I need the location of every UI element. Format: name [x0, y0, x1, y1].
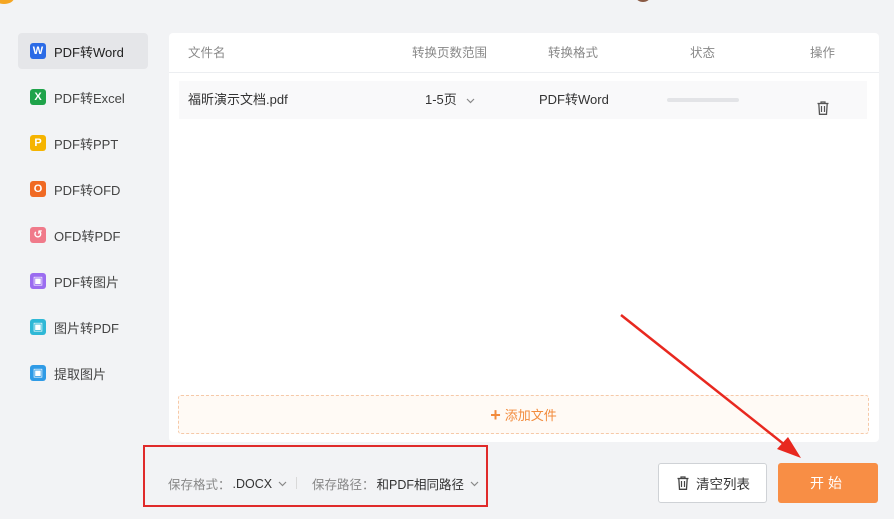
sidebar-item-label: OFD转PDF: [54, 228, 121, 244]
image-to-pdf-icon: ▣: [30, 319, 46, 335]
clear-list-label: 清空列表: [696, 477, 750, 492]
word-icon: W: [30, 43, 46, 59]
start-label: 开始: [810, 475, 846, 491]
save-options: 保存格式： .DOCX 保存路径： 和PDF相同路径: [143, 445, 488, 507]
table-row: 福昕演示文档.pdf 1-5页 PDF转Word: [179, 81, 867, 119]
sidebar-item-ofd-to-pdf[interactable]: ↺ OFD转PDF: [18, 217, 148, 253]
file-name: 福昕演示文档.pdf: [188, 92, 288, 107]
save-format-value: .DOCX: [232, 476, 273, 491]
trash-icon: [817, 101, 829, 115]
sidebar-item-label: PDF转Word: [54, 44, 124, 60]
sidebar-item-pdf-to-ppt[interactable]: P PDF转PPT: [18, 125, 148, 161]
sidebar: W PDF转Word X PDF转Excel P PDF转PPT O PDF转O…: [18, 33, 148, 401]
save-path-label: 保存路径：: [312, 478, 375, 492]
extract-image-icon: ▣: [30, 365, 46, 381]
clear-list-button[interactable]: 清空列表: [658, 463, 767, 503]
start-button[interactable]: 开始: [778, 463, 878, 503]
sidebar-item-label: PDF转PPT: [54, 136, 119, 152]
divider: [296, 477, 297, 489]
chevron-down-icon: [470, 481, 479, 486]
sidebar-item-label: 提取图片: [54, 366, 107, 382]
sidebar-item-label: 图片转PDF: [54, 320, 120, 336]
sidebar-item-extract-image[interactable]: ▣ 提取图片: [18, 355, 148, 391]
save-path-value: 和PDF相同路径: [376, 478, 465, 492]
header-status: 状态: [690, 46, 716, 60]
progress-bar: [667, 98, 739, 102]
trash-icon: [677, 476, 689, 490]
sidebar-item-label: PDF转图片: [54, 274, 120, 290]
file-list-panel: 文件名 转换页数范围 转换格式 状态 操作 福昕演示文档.pdf 1-5页 PD…: [169, 33, 879, 442]
ofd-icon: O: [30, 181, 46, 197]
sidebar-item-pdf-to-excel[interactable]: X PDF转Excel: [18, 79, 148, 115]
add-file-label: 添加文件: [504, 408, 557, 423]
delete-button[interactable]: [815, 92, 831, 115]
header-page-range: 转换页数范围: [412, 46, 488, 60]
plus-icon: +: [490, 404, 501, 425]
sidebar-item-label: PDF转OFD: [54, 182, 121, 198]
app-logo: [0, 0, 14, 4]
table-header: 文件名 转换页数范围 转换格式 状态 操作: [169, 33, 879, 73]
save-format-label: 保存格式：: [168, 478, 231, 492]
chevron-down-icon: [278, 481, 287, 486]
save-path-dropdown[interactable]: 保存路径： 和PDF相同路径: [312, 474, 479, 493]
sidebar-item-pdf-to-ofd[interactable]: O PDF转OFD: [18, 171, 148, 207]
excel-icon: X: [30, 89, 46, 105]
header-action: 操作: [810, 46, 836, 60]
chevron-down-icon: [466, 98, 475, 103]
pdf-to-image-icon: ▣: [30, 273, 46, 289]
add-file-button[interactable]: + 添加文件: [178, 395, 869, 434]
header-file-name: 文件名: [188, 46, 226, 60]
page-range-dropdown[interactable]: 1-5页: [425, 81, 475, 119]
avatar[interactable]: [636, 0, 650, 2]
header-format: 转换格式: [548, 46, 599, 60]
page-range-value: 1-5页: [425, 92, 457, 107]
sidebar-item-pdf-to-word[interactable]: W PDF转Word: [18, 33, 148, 69]
sidebar-item-label: PDF转Excel: [54, 90, 125, 106]
ofd-to-pdf-icon: ↺: [30, 227, 46, 243]
convert-format: PDF转Word: [539, 92, 609, 107]
save-format-dropdown[interactable]: 保存格式： .DOCX: [168, 474, 287, 493]
sidebar-item-image-to-pdf[interactable]: ▣ 图片转PDF: [18, 309, 148, 345]
sidebar-item-pdf-to-image[interactable]: ▣ PDF转图片: [18, 263, 148, 299]
ppt-icon: P: [30, 135, 46, 151]
